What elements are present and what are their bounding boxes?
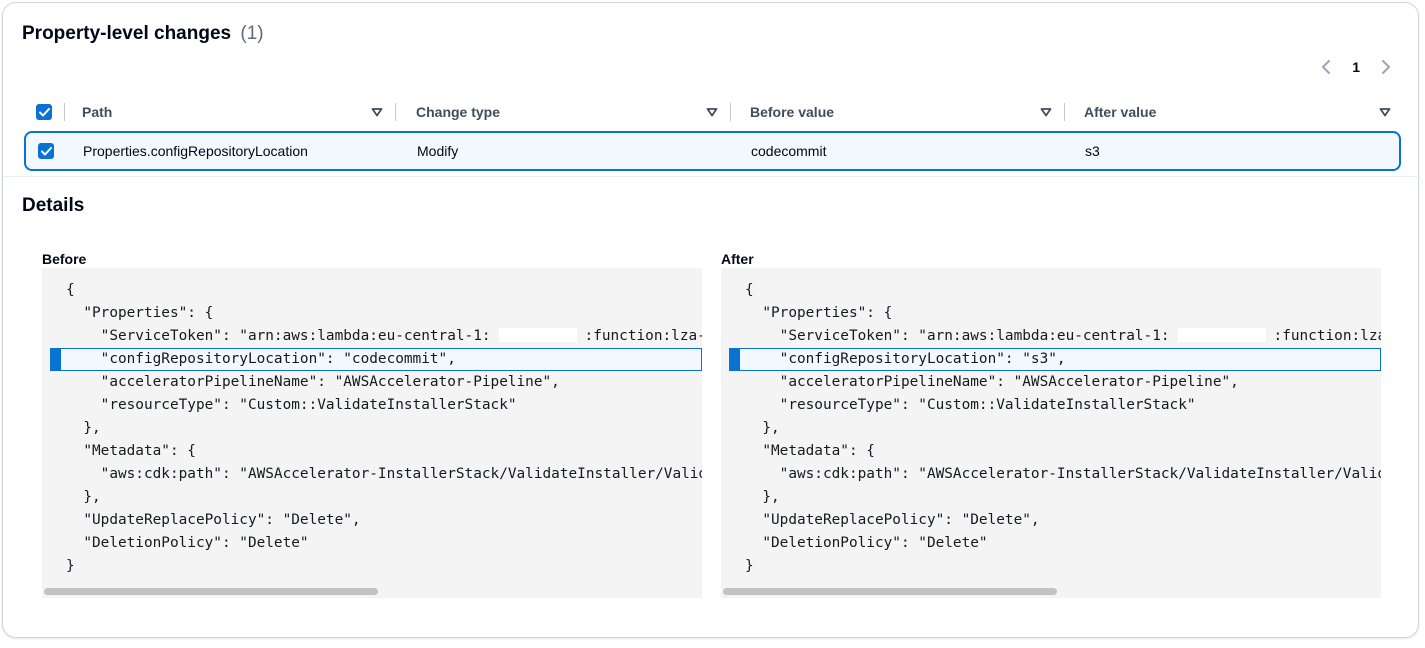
pagination: 1 xyxy=(1318,59,1394,75)
details-title: Details xyxy=(22,195,85,216)
code-text: "ServiceToken": "arn:aws:lambda:eu-centr… xyxy=(66,328,491,344)
checkmark-icon xyxy=(38,107,50,116)
after-scrollbar-thumb[interactable] xyxy=(723,588,1057,595)
cell-change-type: Modify xyxy=(417,143,459,159)
cell-path: Properties.configRepositoryLocation xyxy=(83,143,308,159)
cell-before-value: codecommit xyxy=(751,143,827,159)
code-line: "aws:cdk:path": "AWSAccelerator-Installe… xyxy=(745,466,1381,482)
section-divider xyxy=(3,176,1420,177)
table-header: Path Change type Before value After valu… xyxy=(23,99,1401,125)
column-header-change-type[interactable]: Change type xyxy=(416,99,500,125)
code-line: } xyxy=(745,558,754,574)
before-code: { "Properties": { "ServiceToken": "arn:a… xyxy=(42,279,702,578)
code-line: "Properties": { xyxy=(66,305,214,321)
code-line-changed: "configRepositoryLocation": "codecommit"… xyxy=(66,351,456,367)
code-line: }, xyxy=(745,420,780,436)
code-line: "DeletionPolicy": "Delete" xyxy=(745,535,988,551)
column-divider xyxy=(1064,103,1065,121)
cell-after-value: s3 xyxy=(1085,143,1100,159)
column-header-label: Change type xyxy=(416,104,501,120)
sort-icon[interactable] xyxy=(1040,106,1052,118)
column-header-label: Before value xyxy=(750,104,835,120)
code-line: "Properties": { xyxy=(745,305,893,321)
property-changes-container: Property-level changes (1) 1 Path Change… xyxy=(2,2,1420,638)
row-checkbox[interactable] xyxy=(38,143,54,159)
code-line: "UpdateReplacePolicy": "Delete", xyxy=(66,512,361,528)
checkmark-icon xyxy=(40,146,52,155)
column-divider xyxy=(395,103,396,121)
code-line: } xyxy=(66,558,75,574)
sort-icon[interactable] xyxy=(371,106,383,118)
code-line: }, xyxy=(745,489,780,505)
column-header-after-value[interactable]: After value xyxy=(1084,99,1156,125)
after-code: { "Properties": { "ServiceToken": "arn:a… xyxy=(721,279,1381,578)
code-line-changed: "configRepositoryLocation": "s3", xyxy=(745,351,1066,367)
after-code-panel[interactable]: { "Properties": { "ServiceToken": "arn:a… xyxy=(721,268,1381,598)
code-line: }, xyxy=(66,489,101,505)
changes-count: (1) xyxy=(240,23,264,44)
code-line: "resourceType": "Custom::ValidateInstall… xyxy=(745,397,1196,413)
page-number-button[interactable]: 1 xyxy=(1352,59,1360,75)
code-line: "aws:cdk:path": "AWSAccelerator-Installe… xyxy=(66,466,702,482)
sort-icon[interactable] xyxy=(706,106,718,118)
table-row[interactable]: Properties.configRepositoryLocation Modi… xyxy=(24,131,1401,171)
code-text: "ServiceToken": "arn:aws:lambda:eu-centr… xyxy=(745,328,1170,344)
code-line: "Metadata": { xyxy=(66,443,196,459)
section-title: Property-level changes (1) xyxy=(22,23,264,45)
after-label: After xyxy=(721,251,754,267)
chevron-left-icon[interactable] xyxy=(1318,59,1334,75)
code-line: }, xyxy=(66,420,101,436)
chevron-right-icon[interactable] xyxy=(1378,59,1394,75)
before-scrollbar[interactable] xyxy=(42,585,702,595)
code-line: "ServiceToken": "arn:aws:lambda:eu-centr… xyxy=(721,325,1381,348)
after-scrollbar[interactable] xyxy=(721,585,1378,595)
code-line: "DeletionPolicy": "Delete" xyxy=(66,535,309,551)
code-line: "ServiceToken": "arn:aws:lambda:eu-centr… xyxy=(42,325,702,348)
before-code-panel[interactable]: { "Properties": { "ServiceToken": "arn:a… xyxy=(42,268,702,598)
redacted-account-id xyxy=(1177,328,1266,342)
column-header-before-value[interactable]: Before value xyxy=(750,99,834,125)
code-text: :function:lza-V xyxy=(1273,328,1381,344)
section-title-text: Property-level changes xyxy=(22,23,232,44)
column-divider xyxy=(64,103,65,121)
code-line: { xyxy=(745,282,754,298)
before-label: Before xyxy=(42,251,87,267)
code-line: "resourceType": "Custom::ValidateInstall… xyxy=(66,397,517,413)
sort-icon[interactable] xyxy=(1379,106,1391,118)
before-scrollbar-thumb[interactable] xyxy=(44,588,378,595)
redacted-account-id xyxy=(498,328,577,342)
code-text: :function:lza-V xyxy=(584,328,702,344)
column-header-path[interactable]: Path xyxy=(82,99,112,125)
code-line: "Metadata": { xyxy=(745,443,875,459)
code-line: "acceleratorPipelineName": "AWSAccelerat… xyxy=(66,374,560,390)
code-line: "UpdateReplacePolicy": "Delete", xyxy=(745,512,1040,528)
select-all-checkbox[interactable] xyxy=(36,104,52,120)
code-line: "acceleratorPipelineName": "AWSAccelerat… xyxy=(745,374,1239,390)
column-header-label: Path xyxy=(82,104,113,120)
column-divider xyxy=(730,103,731,121)
column-header-label: After value xyxy=(1084,104,1157,120)
code-line: { xyxy=(66,282,75,298)
